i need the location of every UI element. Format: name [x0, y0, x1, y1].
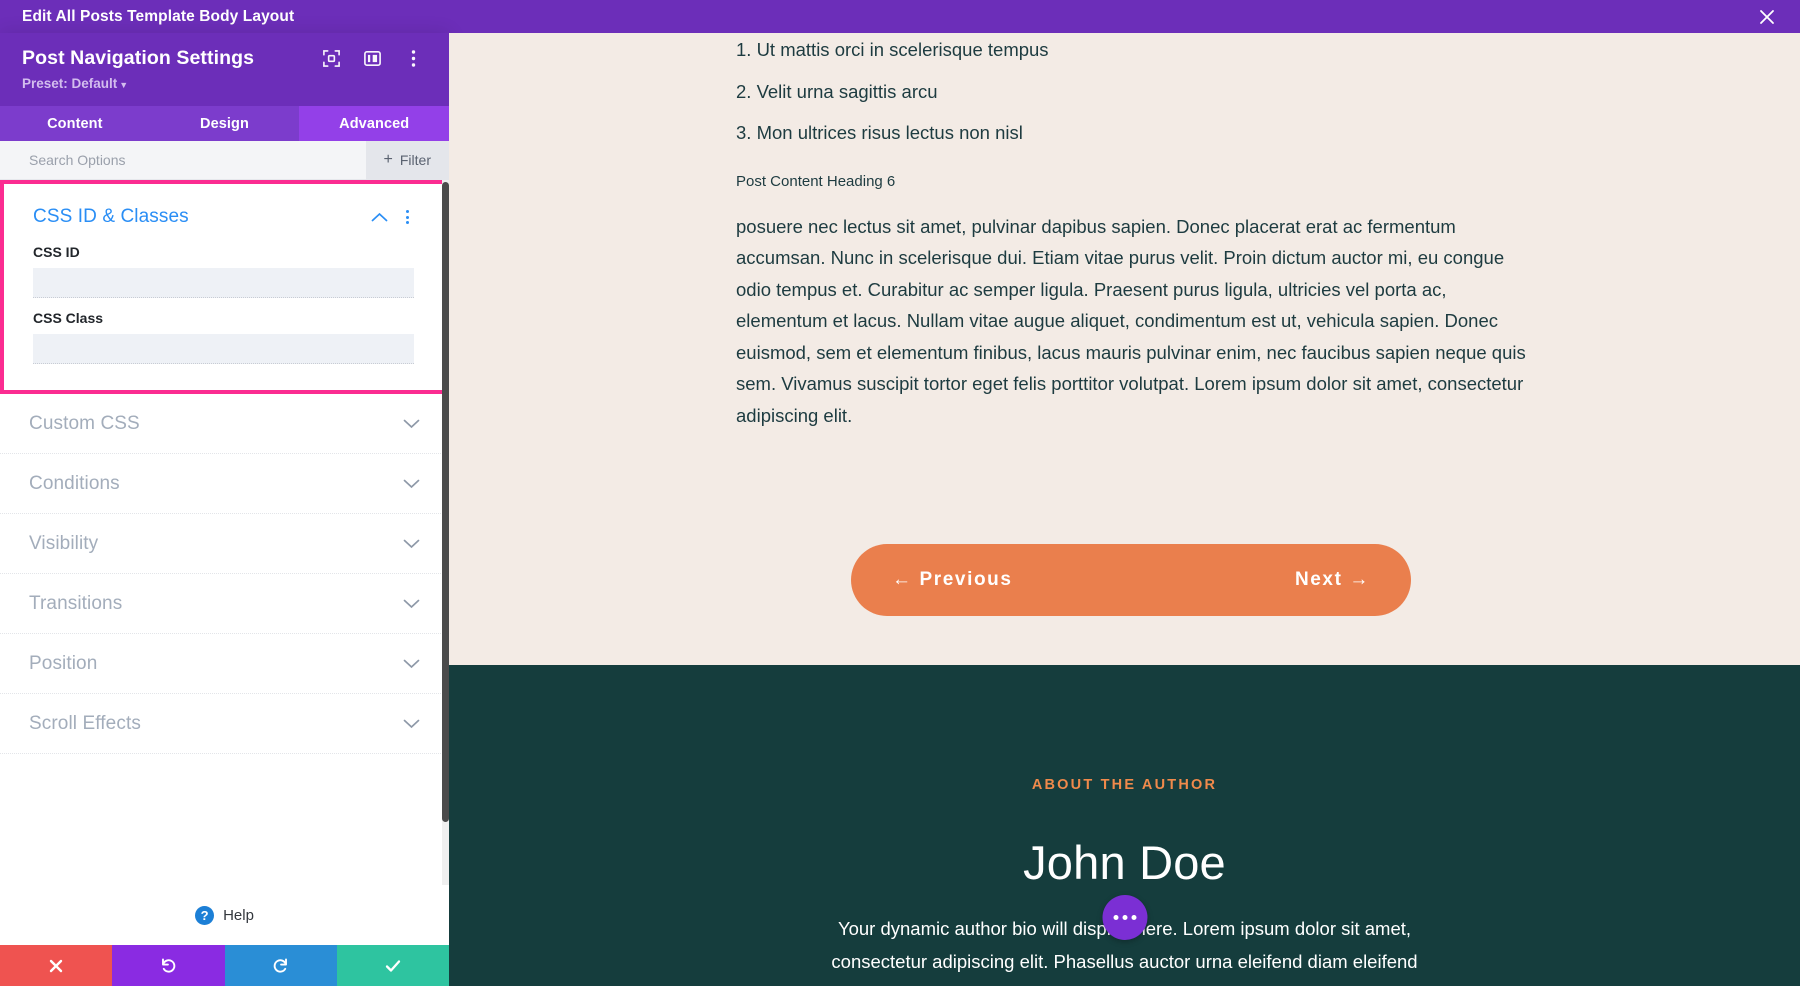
chevron-down-icon: ▼	[119, 80, 129, 90]
tab-design[interactable]: Design	[150, 106, 300, 141]
section-label: Position	[29, 652, 98, 674]
post-navigation-module[interactable]: ← Previous Next →	[851, 544, 1411, 616]
author-section: ABOUT THE AUTHOR John Doe Your dynamic a…	[449, 665, 1800, 986]
help-link[interactable]: ? Help	[0, 885, 449, 945]
post-body-paragraph: posuere nec lectus sit amet, pulvinar da…	[736, 215, 1526, 426]
section-options-kebab-icon[interactable]	[400, 210, 414, 224]
top-bar: Edit All Posts Template Body Layout	[0, 0, 1800, 33]
undo-arrow-icon	[161, 958, 176, 973]
css-class-label: CSS Class	[33, 310, 104, 326]
filter-button[interactable]: + Filter	[365, 140, 449, 180]
chevron-down-icon	[403, 658, 420, 669]
help-icon: ?	[195, 906, 215, 925]
preview-canvas: 1. Ut mattis orci in scelerisque tempus …	[449, 33, 1800, 986]
check-icon	[385, 959, 401, 972]
top-bar-title: Edit All Posts Template Body Layout	[22, 7, 295, 25]
panel-title: Post Navigation Settings	[22, 47, 255, 69]
save-button[interactable]	[336, 945, 449, 986]
layout-columns-icon[interactable]	[362, 49, 382, 69]
focus-target-icon[interactable]	[321, 49, 341, 69]
list-item: 3. Mon ultrices risus lectus non nisl	[736, 122, 1023, 143]
section-label: Custom CSS	[29, 412, 140, 434]
chevron-down-icon	[403, 718, 420, 729]
chevron-down-icon	[403, 418, 420, 429]
cancel-button[interactable]	[0, 945, 113, 986]
search-input[interactable]	[0, 152, 366, 168]
preset-label: Preset: Default	[22, 76, 118, 91]
list-item: 1. Ut mattis orci in scelerisque tempus	[736, 39, 1049, 60]
panel-scrollbar[interactable]	[442, 180, 449, 885]
app-root: Edit All Posts Template Body Layout Post…	[0, 0, 1800, 986]
chevron-up-icon[interactable]	[368, 212, 390, 223]
section-label: Conditions	[29, 472, 120, 494]
section-visibility[interactable]: Visibility	[0, 514, 449, 574]
panel-tabs: Content Design Advanced	[0, 106, 450, 141]
highlighted-section-css-id-classes: CSS ID & Classes CSS ID CSS Class	[0, 180, 447, 394]
post-content-area: 1. Ut mattis orci in scelerisque tempus …	[449, 33, 1800, 665]
filter-button-label: Filter	[399, 152, 431, 168]
preset-selector[interactable]: Preset: Default ▼	[22, 76, 128, 91]
section-position[interactable]: Position	[0, 634, 449, 694]
chevron-down-icon	[403, 538, 420, 549]
help-label: Help	[223, 907, 254, 924]
section-transitions[interactable]: Transitions	[0, 574, 449, 634]
x-icon	[49, 959, 63, 972]
author-eyebrow: ABOUT THE AUTHOR	[1031, 777, 1218, 793]
css-id-input[interactable]	[33, 268, 414, 298]
section-label: Scroll Effects	[29, 712, 141, 734]
scrollbar-thumb[interactable]	[442, 182, 449, 822]
tab-content[interactable]: Content	[0, 106, 150, 141]
section-label: Visibility	[29, 532, 99, 554]
redo-arrow-icon	[273, 958, 288, 973]
chevron-down-icon	[403, 478, 420, 489]
redo-button[interactable]	[224, 945, 337, 986]
css-id-label: CSS ID	[33, 244, 80, 260]
next-post-link[interactable]: Next →	[1295, 569, 1370, 591]
kebab-menu-icon[interactable]	[403, 49, 423, 69]
chevron-down-icon	[403, 598, 420, 609]
panel-action-bar	[0, 945, 449, 986]
css-class-input[interactable]	[33, 334, 414, 364]
section-label: Transitions	[29, 592, 123, 614]
panel-scroll-area: CSS ID & Classes CSS ID CSS Class Custom…	[0, 180, 449, 885]
section-scroll-effects[interactable]: Scroll Effects	[0, 694, 449, 754]
post-content-heading-6: Post Content Heading 6	[736, 172, 896, 190]
list-item: 2. Velit urna sagittis arcu	[736, 80, 938, 102]
author-name: John Doe	[1023, 836, 1226, 889]
section-custom-css[interactable]: Custom CSS	[0, 394, 449, 454]
search-row: + Filter	[0, 140, 449, 180]
section-css-id-classes: CSS ID & Classes CSS ID CSS Class	[4, 184, 443, 390]
section-conditions[interactable]: Conditions	[0, 454, 449, 514]
close-icon[interactable]	[1756, 6, 1778, 28]
tab-advanced[interactable]: Advanced	[299, 106, 450, 141]
panel-header: Post Navigation Settings Preset: Default…	[0, 33, 449, 106]
settings-panel: Post Navigation Settings Preset: Default…	[0, 33, 450, 986]
undo-button[interactable]	[112, 945, 225, 986]
plus-icon: +	[383, 151, 393, 168]
section-title: CSS ID & Classes	[33, 206, 189, 227]
previous-post-link[interactable]: ← Previous	[892, 569, 1013, 591]
more-options-fab[interactable]	[1102, 895, 1147, 940]
